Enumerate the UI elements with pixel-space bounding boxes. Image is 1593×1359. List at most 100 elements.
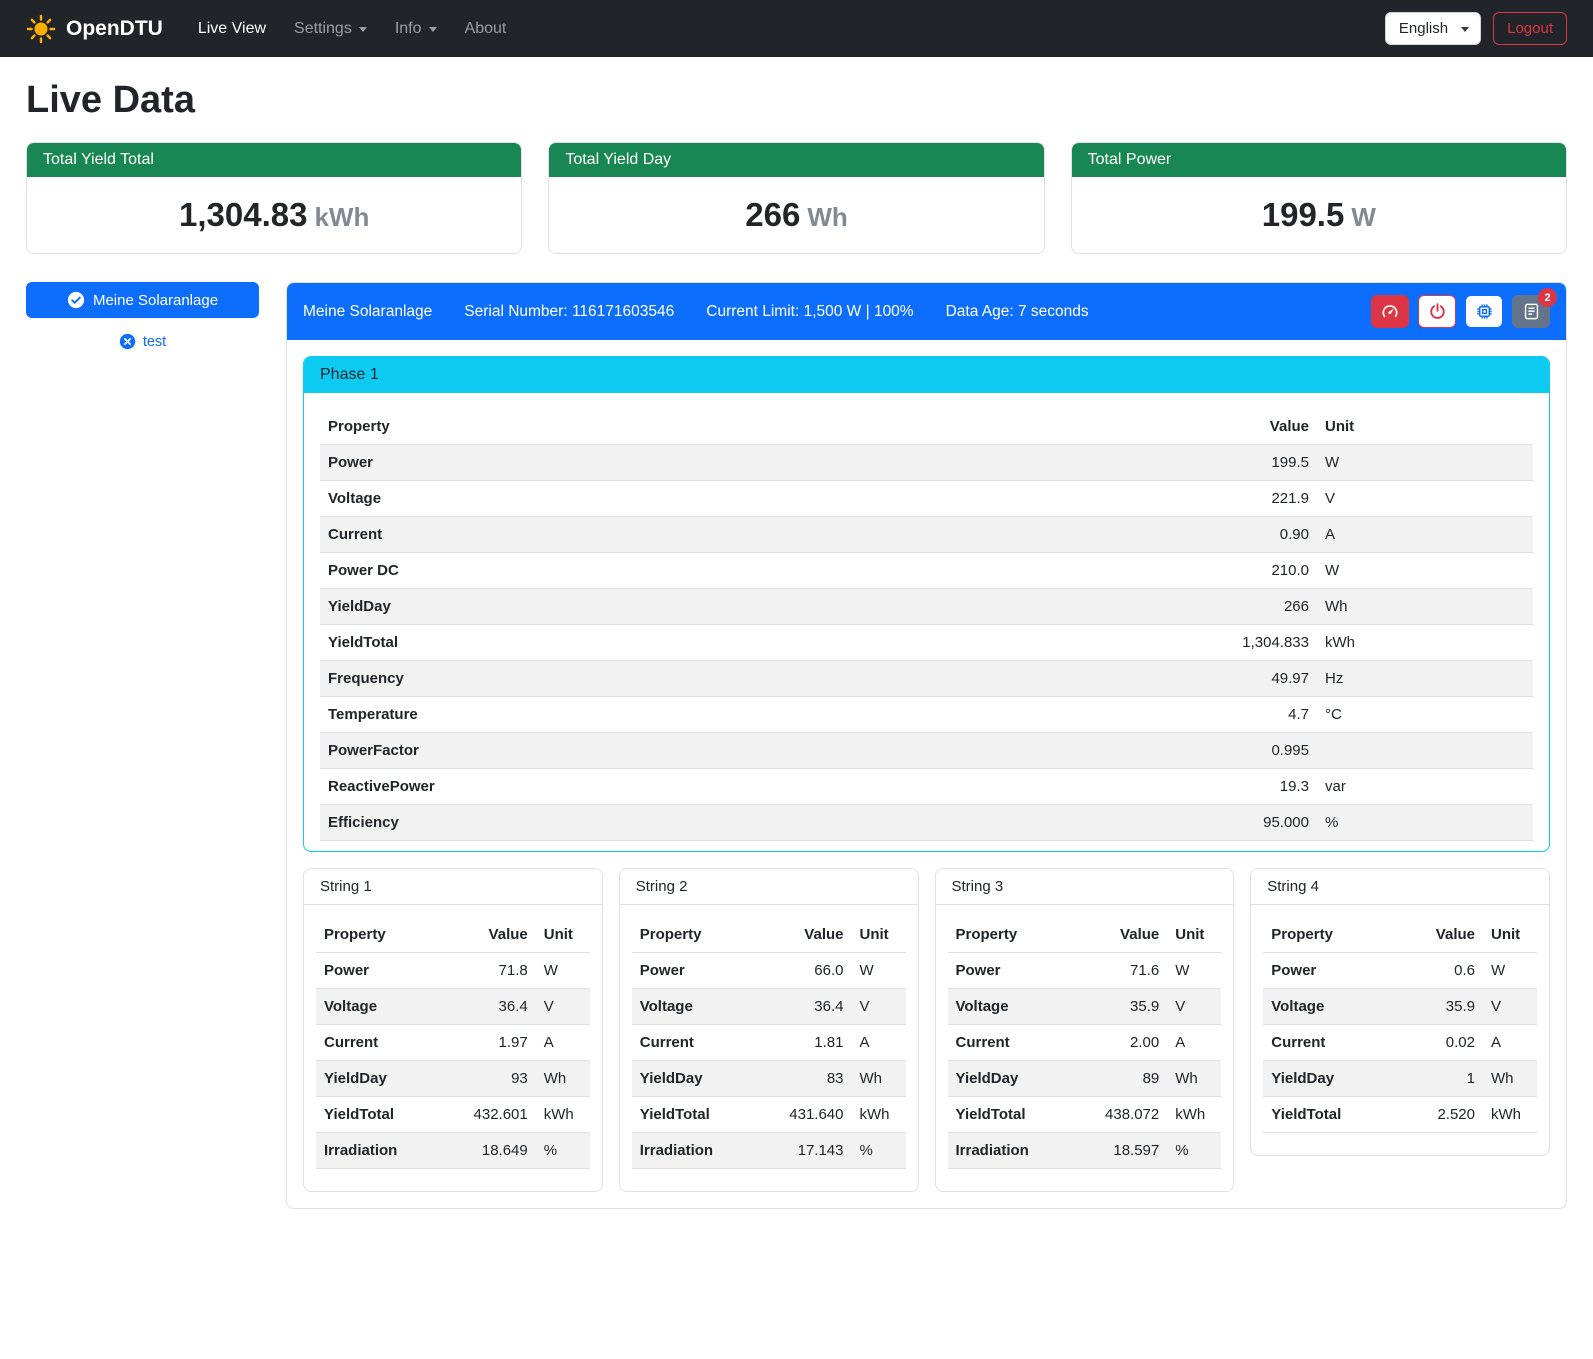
- column-unit: Unit: [536, 917, 590, 953]
- table-row: Power DC210.0W: [320, 553, 1533, 589]
- value-cell: 0.90: [916, 517, 1317, 553]
- page-content: Live Data Total Yield Total 1,304.83kWh …: [0, 57, 1593, 1233]
- property-cell: Power: [320, 445, 916, 481]
- column-property: Property: [948, 917, 1082, 953]
- unit-cell: kWh: [1167, 1097, 1221, 1133]
- string-table: Property Value Unit Power71.8WVoltage36.…: [316, 917, 590, 1169]
- summary-value: 266: [745, 196, 800, 233]
- inverter-select-label: Meine Solaranlage: [93, 292, 218, 309]
- property-cell: Current: [316, 1025, 450, 1061]
- string-body: Property Value Unit Power71.8WVoltage36.…: [304, 905, 602, 1191]
- phase-body: Property Value Unit Power199.5WVoltage22…: [304, 393, 1549, 851]
- property-cell: YieldTotal: [948, 1097, 1082, 1133]
- unit-cell: W: [1167, 953, 1221, 989]
- property-cell: Power: [948, 953, 1082, 989]
- value-cell: 432.601: [450, 1097, 536, 1133]
- nav-about[interactable]: About: [452, 12, 520, 46]
- inverter-card-header: Meine Solaranlage Serial Number: 1161716…: [287, 283, 1566, 340]
- value-cell: 83: [766, 1061, 852, 1097]
- unit-cell: kWh: [536, 1097, 590, 1133]
- inverter-select-button[interactable]: Meine Solaranlage: [26, 282, 259, 318]
- table-row: Current0.90A: [320, 517, 1533, 553]
- phase-card: Phase 1 Property Value Unit Power199.5WV…: [303, 356, 1550, 852]
- logout-button[interactable]: Logout: [1493, 12, 1567, 45]
- chevron-down-icon: [1461, 27, 1469, 32]
- string-body: Property Value Unit Power66.0WVoltage36.…: [620, 905, 918, 1191]
- brand[interactable]: OpenDTU: [26, 14, 163, 44]
- summary-card-title: Total Yield Total: [27, 143, 521, 177]
- table-row: Power199.5W: [320, 445, 1533, 481]
- limit-settings-button[interactable]: [1371, 295, 1409, 328]
- value-cell: 36.4: [450, 989, 536, 1025]
- value-cell: 210.0: [916, 553, 1317, 589]
- nav-live-view[interactable]: Live View: [185, 12, 279, 46]
- table-header-row: Property Value Unit: [632, 917, 906, 953]
- language-select[interactable]: English: [1385, 12, 1481, 45]
- value-cell: 1,304.833: [916, 625, 1317, 661]
- property-cell: YieldTotal: [320, 625, 916, 661]
- page-title: Live Data: [26, 79, 1567, 122]
- summary-card-body: 1,304.83kWh: [27, 177, 521, 253]
- property-cell: Voltage: [1263, 989, 1397, 1025]
- inverter-list: Meine Solaranlage test: [26, 282, 259, 350]
- value-cell: 71.8: [450, 953, 536, 989]
- property-cell: Current: [948, 1025, 1082, 1061]
- unit-cell: Wh: [1483, 1061, 1537, 1097]
- value-cell: 36.4: [766, 989, 852, 1025]
- string-table: Property Value Unit Power0.6WVoltage35.9…: [1263, 917, 1537, 1133]
- value-cell: 19.3: [916, 769, 1317, 805]
- value-cell: 2.520: [1397, 1097, 1483, 1133]
- unit-cell: Wh: [1167, 1061, 1221, 1097]
- inverter-card-body: Phase 1 Property Value Unit Power199.5WV…: [287, 340, 1566, 1208]
- device-info-button[interactable]: [1465, 295, 1503, 328]
- main-row: Meine Solaranlage test Meine Solaranlage…: [26, 282, 1567, 1209]
- event-log-button[interactable]: 2: [1512, 295, 1550, 328]
- x-circle-icon: [119, 333, 136, 350]
- nav-settings[interactable]: Settings: [281, 12, 380, 46]
- unit-cell: kWh: [1483, 1097, 1537, 1133]
- string-card-2: String 2 Property Value Unit: [619, 868, 919, 1192]
- table-row: Frequency49.97Hz: [320, 661, 1533, 697]
- value-cell: 18.649: [450, 1133, 536, 1169]
- table-row: YieldTotal1,304.833kWh: [320, 625, 1533, 661]
- value-cell: 49.97: [916, 661, 1317, 697]
- unit-cell: W: [1483, 953, 1537, 989]
- property-cell: Temperature: [320, 697, 916, 733]
- unit-cell: %: [852, 1133, 906, 1169]
- nav-info[interactable]: Info: [382, 12, 450, 46]
- summary-card-yield-day: Total Yield Day 266Wh: [548, 142, 1044, 254]
- string-table: Property Value Unit Power66.0WVoltage36.…: [632, 917, 906, 1169]
- nav-info-label: Info: [395, 20, 422, 38]
- summary-cards: Total Yield Total 1,304.83kWh Total Yiel…: [26, 142, 1567, 254]
- table-header-row: Property Value Unit: [316, 917, 590, 953]
- string-title: String 1: [304, 869, 602, 905]
- inverter-limit: Current Limit: 1,500 W | 100%: [706, 303, 913, 321]
- nav-links: Live View Settings Info About: [185, 12, 1385, 46]
- column-property: Property: [632, 917, 766, 953]
- value-cell: 18.597: [1081, 1133, 1167, 1169]
- inverter-data-age: Data Age: 7 seconds: [946, 303, 1089, 321]
- chevron-down-icon: [429, 27, 437, 32]
- unit-cell: A: [1317, 517, 1533, 553]
- value-cell: 66.0: [766, 953, 852, 989]
- table-row: Voltage221.9V: [320, 481, 1533, 517]
- power-button[interactable]: [1418, 295, 1456, 328]
- property-cell: YieldTotal: [1263, 1097, 1397, 1133]
- property-cell: Irradiation: [632, 1133, 766, 1169]
- value-cell: 1: [1397, 1061, 1483, 1097]
- unit-cell: Wh: [852, 1061, 906, 1097]
- inverter-item-test[interactable]: test: [26, 333, 259, 350]
- cpu-icon: [1475, 302, 1494, 321]
- summary-card-body: 266Wh: [549, 177, 1043, 253]
- unit-cell: V: [536, 989, 590, 1025]
- table-row: Irradiation17.143%: [632, 1133, 906, 1169]
- summary-card-title: Total Yield Day: [549, 143, 1043, 177]
- summary-card-yield-total: Total Yield Total 1,304.83kWh: [26, 142, 522, 254]
- table-row: Efficiency95.000%: [320, 805, 1533, 841]
- column-value: Value: [766, 917, 852, 953]
- navbar: OpenDTU Live View Settings Info About En…: [0, 0, 1593, 57]
- inverter-serial: Serial Number: 116171603546: [464, 303, 674, 321]
- property-cell: YieldDay: [1263, 1061, 1397, 1097]
- property-cell: Irradiation: [316, 1133, 450, 1169]
- unit-cell: V: [1483, 989, 1537, 1025]
